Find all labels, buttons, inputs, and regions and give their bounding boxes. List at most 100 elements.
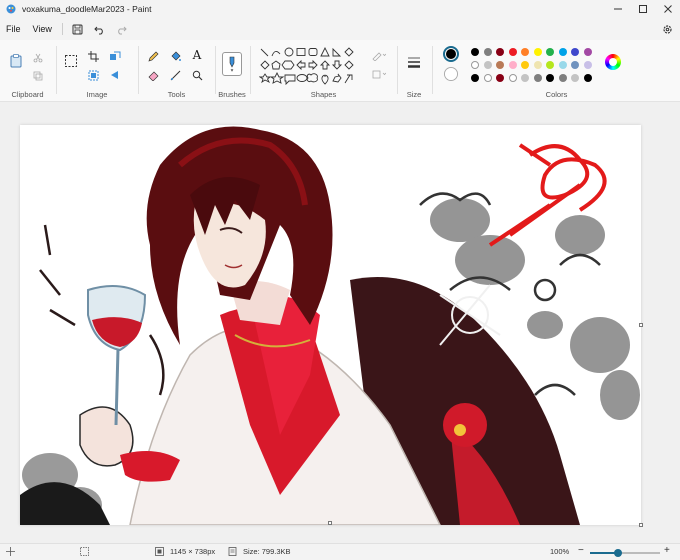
fill-tool[interactable]	[167, 48, 183, 64]
palette-swatch[interactable]	[471, 61, 479, 69]
shape-fill-button[interactable]	[371, 66, 387, 82]
settings-button[interactable]	[658, 20, 676, 38]
size-label: Size	[406, 90, 422, 99]
tools-label: Tools	[167, 90, 186, 99]
crop-button[interactable]	[85, 48, 101, 64]
colors-group: Colors	[433, 40, 680, 102]
zoom-in-icon: +	[664, 545, 670, 556]
paint-bucket-icon	[171, 51, 181, 61]
palette-swatch[interactable]	[583, 48, 592, 56]
cut-button[interactable]	[30, 50, 46, 66]
image-select-button[interactable]	[85, 67, 101, 83]
palette-swatch[interactable]	[471, 48, 479, 56]
paste-button[interactable]	[8, 53, 24, 69]
edit-colors-button[interactable]	[605, 54, 621, 70]
minimize-icon	[613, 8, 622, 10]
palette-swatch[interactable]	[558, 74, 567, 82]
palette-swatch[interactable]	[496, 48, 504, 56]
size-button[interactable]	[406, 54, 422, 70]
selection-size-icon	[80, 547, 89, 556]
palette-swatch[interactable]	[546, 74, 554, 82]
redo-icon	[118, 26, 128, 34]
color-wheel-icon	[609, 58, 617, 66]
file-size-icon	[228, 547, 237, 556]
palette-swatch[interactable]	[533, 74, 542, 82]
save-icon	[72, 24, 83, 34]
rotate-button[interactable]	[107, 67, 123, 83]
palette-swatch[interactable]	[571, 61, 579, 69]
magnifier-icon	[192, 70, 202, 80]
copy-button[interactable]	[30, 68, 46, 84]
pencil-tool[interactable]	[145, 48, 161, 64]
clipboard-group: Clipboard	[0, 40, 55, 102]
palette-swatch[interactable]	[471, 74, 479, 82]
colors-label: Colors	[545, 90, 568, 99]
zoom-out-button[interactable]: −	[578, 545, 584, 556]
palette-swatch[interactable]	[571, 48, 579, 56]
shapes-gallery-icon[interactable]	[259, 47, 367, 89]
eraser-tool[interactable]	[145, 67, 161, 83]
zoom-text: 100%	[550, 547, 570, 556]
tools-group: A Tools	[139, 40, 214, 102]
copy-icon	[33, 71, 43, 81]
redo-button[interactable]	[111, 19, 133, 39]
file-size-text: Size: 799.3KB	[243, 547, 291, 556]
crop-icon	[87, 50, 99, 62]
brush-icon	[229, 56, 235, 72]
palette-swatch[interactable]	[508, 61, 517, 69]
close-button[interactable]	[655, 0, 680, 18]
resize-handle-right[interactable]	[639, 323, 643, 327]
menu-view[interactable]: View	[27, 24, 58, 34]
zoom-in-button[interactable]: +	[664, 545, 670, 556]
palette-swatch[interactable]	[483, 61, 492, 69]
palette-swatch[interactable]	[521, 74, 529, 82]
minimize-button[interactable]	[605, 0, 630, 18]
secondary-color-fill	[445, 68, 457, 80]
palette-swatch[interactable]	[508, 74, 517, 82]
image-group: Image	[57, 40, 137, 102]
color-picker-tool[interactable]	[167, 67, 183, 83]
palette-swatch[interactable]	[483, 74, 492, 82]
ribbon-toolbar: Clipboard Image A Tools Brushes Shapes S…	[0, 40, 680, 102]
menu-file[interactable]: File	[0, 24, 27, 34]
resize-handle-corner[interactable]	[639, 523, 643, 527]
resize-handle-bottom[interactable]	[328, 521, 332, 525]
fill-icon	[372, 70, 386, 78]
cursor-position-icon	[6, 547, 15, 556]
dimensions-text: 1145 × 738px	[170, 547, 216, 556]
undo-button[interactable]	[89, 19, 111, 39]
palette-swatch[interactable]	[558, 48, 567, 56]
maximize-button[interactable]	[630, 0, 655, 18]
palette-swatch[interactable]	[496, 61, 504, 69]
zoom-slider-thumb[interactable]	[614, 549, 622, 557]
magnifier-tool[interactable]	[189, 67, 205, 83]
zoom-slider[interactable]	[590, 549, 660, 557]
paint-app-icon	[6, 4, 16, 14]
save-button[interactable]	[67, 19, 89, 39]
drawing-canvas[interactable]	[20, 125, 641, 525]
secondary-color-swatch[interactable]	[444, 67, 458, 81]
palette-swatch[interactable]	[583, 61, 592, 69]
palette-swatch[interactable]	[496, 74, 504, 82]
palette-swatch[interactable]	[521, 61, 529, 69]
maximize-icon	[638, 5, 647, 13]
palette-swatch[interactable]	[521, 48, 529, 56]
resize-button[interactable]	[107, 48, 123, 64]
palette-swatch[interactable]	[508, 48, 517, 56]
primary-color-swatch[interactable]	[443, 46, 459, 62]
palette-swatch[interactable]	[546, 48, 554, 56]
palette-swatch[interactable]	[533, 61, 542, 69]
settings-icon	[662, 24, 672, 34]
clipboard-label: Clipboard	[11, 90, 44, 99]
canvas-size-icon	[155, 547, 164, 556]
brush-button[interactable]	[222, 52, 242, 76]
palette-swatch[interactable]	[483, 48, 492, 56]
palette-swatch[interactable]	[583, 74, 592, 82]
palette-swatch[interactable]	[558, 61, 567, 69]
select-button[interactable]	[63, 53, 79, 69]
palette-swatch[interactable]	[533, 48, 542, 56]
palette-swatch[interactable]	[546, 61, 554, 69]
palette-swatch[interactable]	[571, 74, 579, 82]
shape-outline-button[interactable]	[371, 47, 387, 63]
text-tool[interactable]: A	[189, 47, 205, 63]
